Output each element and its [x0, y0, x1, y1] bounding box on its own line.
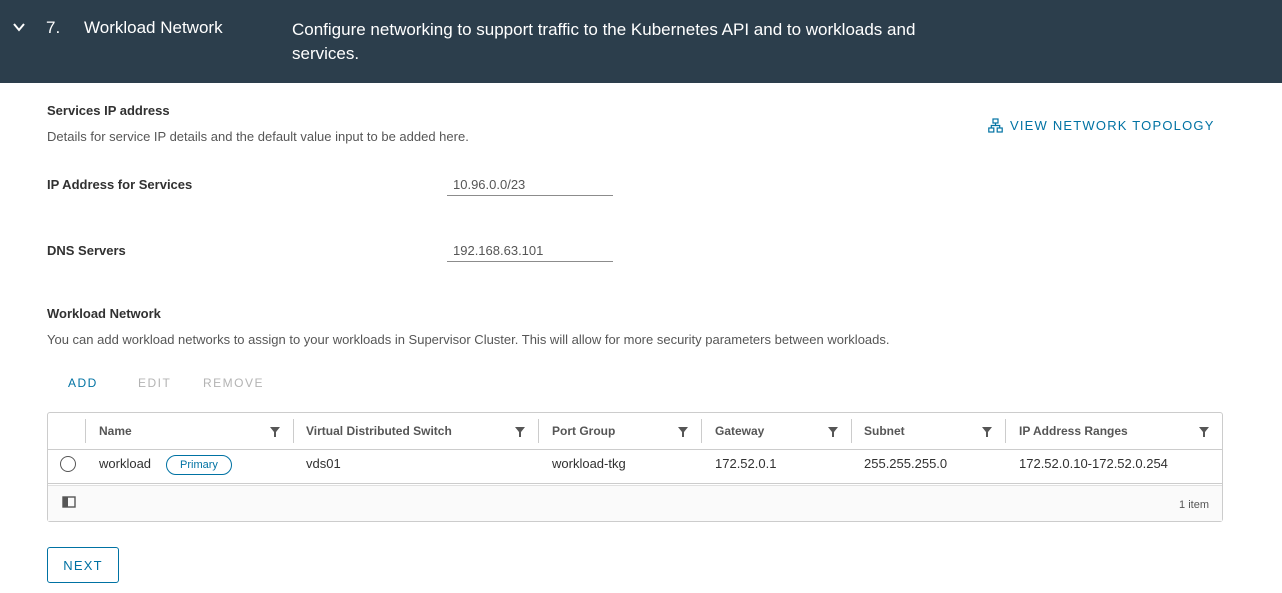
- item-count: 1 item: [1179, 499, 1209, 511]
- ip-address-services-input[interactable]: [447, 174, 613, 196]
- next-button[interactable]: NEXT: [47, 547, 119, 583]
- network-topology-icon: [988, 118, 1003, 133]
- column-header-port-group[interactable]: Port Group: [552, 413, 615, 450]
- filter-icon[interactable]: [515, 427, 525, 437]
- workload-network-datagrid: Name Virtual Distributed Switch Port Gro…: [47, 412, 1223, 522]
- dns-servers-input[interactable]: [447, 240, 613, 262]
- step-title: Workload Network: [84, 18, 223, 37]
- datagrid-header: Name Virtual Distributed Switch Port Gro…: [48, 413, 1222, 450]
- workload-network-section-title: Workload Network: [47, 306, 161, 321]
- filter-icon[interactable]: [1199, 427, 1209, 437]
- column-divider[interactable]: [701, 419, 702, 443]
- column-header-name[interactable]: Name: [99, 413, 132, 450]
- cell-vds: vds01: [306, 456, 341, 471]
- services-section-title: Services IP address: [47, 103, 170, 118]
- remove-button: REMOVE: [203, 376, 265, 390]
- add-button[interactable]: ADD: [68, 376, 98, 390]
- column-divider[interactable]: [538, 419, 539, 443]
- step-number: 7.: [46, 18, 61, 37]
- column-divider[interactable]: [1005, 419, 1006, 443]
- cell-subnet: 255.255.255.0: [864, 456, 948, 471]
- workload-network-section-description: You can add workload networks to assign …: [47, 332, 890, 347]
- column-toggle-icon[interactable]: [62, 496, 76, 508]
- column-divider[interactable]: [85, 419, 86, 443]
- ip-address-services-label: IP Address for Services: [47, 177, 193, 192]
- table-row[interactable]: workload Primary vds01 workload-tkg 172.…: [48, 450, 1222, 484]
- column-divider[interactable]: [293, 419, 294, 443]
- filter-icon[interactable]: [678, 427, 688, 437]
- column-divider[interactable]: [851, 419, 852, 443]
- cell-name: workload: [99, 456, 152, 471]
- column-header-gateway[interactable]: Gateway: [715, 413, 764, 450]
- column-header-subnet[interactable]: Subnet: [864, 413, 905, 450]
- filter-icon[interactable]: [270, 427, 280, 437]
- edit-button: EDIT: [138, 376, 172, 390]
- dns-servers-label: DNS Servers: [47, 243, 126, 258]
- datagrid-footer: 1 item: [48, 485, 1222, 521]
- step-header[interactable]: 7. Workload Network Configure networking…: [0, 0, 1282, 83]
- services-section-description: Details for service IP details and the d…: [47, 129, 469, 144]
- cell-ip-ranges: 172.52.0.10-172.52.0.254: [1019, 456, 1168, 471]
- primary-badge: Primary: [166, 455, 232, 475]
- filter-icon[interactable]: [982, 427, 992, 437]
- row-select-radio[interactable]: [60, 456, 76, 472]
- filter-icon[interactable]: [828, 427, 838, 437]
- cell-port-group: workload-tkg: [552, 456, 626, 471]
- view-network-topology-label: VIEW NETWORK TOPOLOGY: [1010, 118, 1215, 133]
- cell-gateway: 172.52.0.1: [715, 456, 777, 471]
- step-description: Configure networking to support traffic …: [292, 20, 916, 63]
- column-header-vds[interactable]: Virtual Distributed Switch: [306, 413, 452, 450]
- column-header-ip-ranges[interactable]: IP Address Ranges: [1019, 413, 1128, 450]
- view-network-topology-link[interactable]: VIEW NETWORK TOPOLOGY: [988, 118, 1215, 133]
- chevron-down-icon[interactable]: [12, 20, 26, 34]
